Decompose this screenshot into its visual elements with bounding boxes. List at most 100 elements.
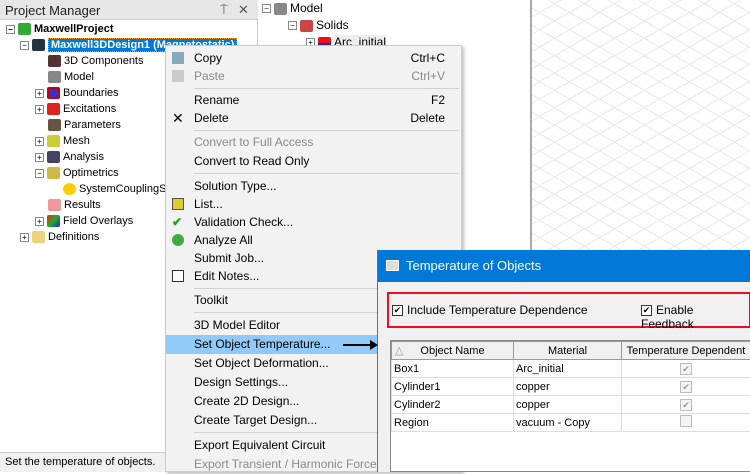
table-header: △Object Name Material Temperature Depend… xyxy=(392,342,750,360)
expand-icon[interactable]: + xyxy=(35,89,44,98)
table-row[interactable]: Cylinder1copper ✔ xyxy=(392,378,750,396)
temperature-dialog: Temperature of Objects ✔Include Temperat… xyxy=(377,250,750,472)
shortcut: Ctrl+V xyxy=(411,67,445,86)
3d-view[interactable] xyxy=(532,0,750,250)
mesh-icon xyxy=(47,135,60,147)
tree-label: Mesh xyxy=(63,135,90,147)
temp-dependent-checkbox[interactable]: ✔ xyxy=(680,381,692,393)
model-tree-solids[interactable]: −Solids xyxy=(288,17,349,33)
pin-icon[interactable]: ⍑ xyxy=(220,2,228,18)
enable-feedback-checkbox[interactable]: ✔Enable Feedback xyxy=(641,303,749,331)
model-icon xyxy=(48,71,61,83)
menu-label: Set Object Temperature... xyxy=(194,337,331,351)
temp-dependent-checkbox[interactable]: ✔ xyxy=(680,363,692,375)
tree-item-3d-components[interactable]: 3D Components xyxy=(48,53,144,69)
menu-label: Convert to Read Only xyxy=(194,154,309,168)
tree-item-model[interactable]: Model xyxy=(48,69,94,85)
tree-item-definitions[interactable]: + Definitions xyxy=(20,229,99,245)
collapse-icon[interactable]: − xyxy=(35,169,44,178)
tree-label: Results xyxy=(64,199,101,211)
menu-label: Export Equivalent Circuit xyxy=(194,438,325,452)
collapse-icon[interactable]: − xyxy=(288,21,297,30)
menu-label: Analyze All xyxy=(194,233,253,247)
tree-label: Definitions xyxy=(48,231,99,243)
menu-label: Toolkit xyxy=(194,293,228,307)
close-icon[interactable]: ✕ xyxy=(238,2,249,18)
tree-item-results[interactable]: Results xyxy=(48,197,101,213)
system-coupling-icon xyxy=(63,183,76,195)
table-row[interactable]: Cylinder2copper ✔ xyxy=(392,396,750,414)
expand-icon[interactable]: + xyxy=(35,137,44,146)
include-temperature-checkbox[interactable]: ✔Include Temperature Dependence xyxy=(392,303,588,317)
tree-item-excitations[interactable]: +Excitations xyxy=(35,101,116,117)
tree-item-mesh[interactable]: + Mesh xyxy=(35,133,90,149)
shortcut: Ctrl+C xyxy=(411,49,445,68)
menu-label: Export Transient / Harmonic Force... xyxy=(194,457,387,471)
column-temperature-dependent[interactable]: Temperature Dependent xyxy=(622,342,750,360)
cell-material[interactable]: vacuum - Copy xyxy=(514,414,622,432)
expand-icon[interactable]: + xyxy=(35,217,44,226)
tree-item-boundaries[interactable]: +Boundaries xyxy=(35,85,119,101)
menu-solution-type[interactable]: Solution Type... xyxy=(166,177,461,196)
column-label: Material xyxy=(548,345,587,357)
temp-dependent-checkbox[interactable] xyxy=(680,415,692,427)
boundaries-icon xyxy=(47,87,60,99)
panel-title: Project Manager xyxy=(5,3,100,18)
highlight-box: ✔Include Temperature Dependence ✔Enable … xyxy=(387,292,750,328)
collapse-icon[interactable]: − xyxy=(6,25,15,34)
delete-x-icon: ✕ xyxy=(172,109,184,121)
menu-list[interactable]: List... xyxy=(166,195,461,214)
menu-convert-full-access[interactable]: Convert to Full Access xyxy=(166,133,461,152)
menu-label: Paste xyxy=(194,69,225,83)
cell-name[interactable]: Box1 xyxy=(392,360,514,378)
tree-label: Parameters xyxy=(64,119,121,131)
menu-analyze-all[interactable]: Analyze All xyxy=(166,231,461,250)
paste-icon xyxy=(172,70,184,82)
folder-icon xyxy=(32,231,45,243)
menu-label: Delete xyxy=(194,111,229,125)
tree-item-project[interactable]: −MaxwellProject xyxy=(6,21,113,37)
menu-label: Solution Type... xyxy=(194,179,277,193)
cell-name[interactable]: Region xyxy=(392,414,514,432)
menu-label: Validation Check... xyxy=(194,215,293,229)
analyze-icon xyxy=(172,234,184,246)
tree-item-parameters[interactable]: Parameters xyxy=(48,117,121,133)
cell-material[interactable]: copper xyxy=(514,396,622,414)
tree-item-analysis[interactable]: + Analysis xyxy=(35,149,104,165)
expand-icon[interactable]: + xyxy=(20,233,29,242)
cell-material[interactable]: copper xyxy=(514,378,622,396)
copy-icon xyxy=(172,52,184,64)
solids-icon xyxy=(300,20,313,32)
cell-name[interactable]: Cylinder1 xyxy=(392,378,514,396)
tree-item-optimetrics[interactable]: −Optimetrics xyxy=(35,165,119,181)
table-row[interactable]: Regionvacuum - Copy xyxy=(392,414,750,432)
checkbox-checked[interactable]: ✔ xyxy=(392,305,403,316)
cell-material[interactable]: Arc_initial xyxy=(514,360,622,378)
column-object-name[interactable]: △Object Name xyxy=(392,342,514,360)
menu-copy[interactable]: CopyCtrl+C xyxy=(166,49,461,68)
expand-icon[interactable]: + xyxy=(35,153,44,162)
temp-dependent-checkbox[interactable]: ✔ xyxy=(680,399,692,411)
table-row[interactable]: Box1Arc_initial ✔ xyxy=(392,360,750,378)
menu-paste[interactable]: Paste Ctrl+V xyxy=(166,67,461,86)
tree-item-field-overlays[interactable]: + Field Overlays xyxy=(35,213,133,229)
objects-table: △Object Name Material Temperature Depend… xyxy=(390,340,750,472)
menu-convert-read-only[interactable]: Convert to Read Only xyxy=(166,152,461,171)
tree-label: 3D Components xyxy=(64,55,144,67)
tree-label: Analysis xyxy=(63,151,104,163)
expand-icon[interactable]: + xyxy=(35,105,44,114)
column-material[interactable]: Material xyxy=(514,342,622,360)
list-icon xyxy=(172,198,184,210)
menu-delete[interactable]: ✕DeleteDelete xyxy=(166,109,461,128)
collapse-icon[interactable]: − xyxy=(20,41,29,50)
checkmark-icon: ✔ xyxy=(172,213,184,225)
model-tree-model[interactable]: −Model xyxy=(262,0,323,16)
menu-rename[interactable]: RenameF2 xyxy=(166,91,461,110)
shortcut: F2 xyxy=(431,91,445,110)
tree-label: Field Overlays xyxy=(63,215,133,227)
checkbox-checked[interactable]: ✔ xyxy=(641,305,652,316)
menu-validation-check[interactable]: ✔ Validation Check... xyxy=(166,213,461,232)
collapse-icon[interactable]: − xyxy=(262,4,271,13)
dialog-titlebar[interactable]: Temperature of Objects xyxy=(378,250,750,282)
cell-name[interactable]: Cylinder2 xyxy=(392,396,514,414)
